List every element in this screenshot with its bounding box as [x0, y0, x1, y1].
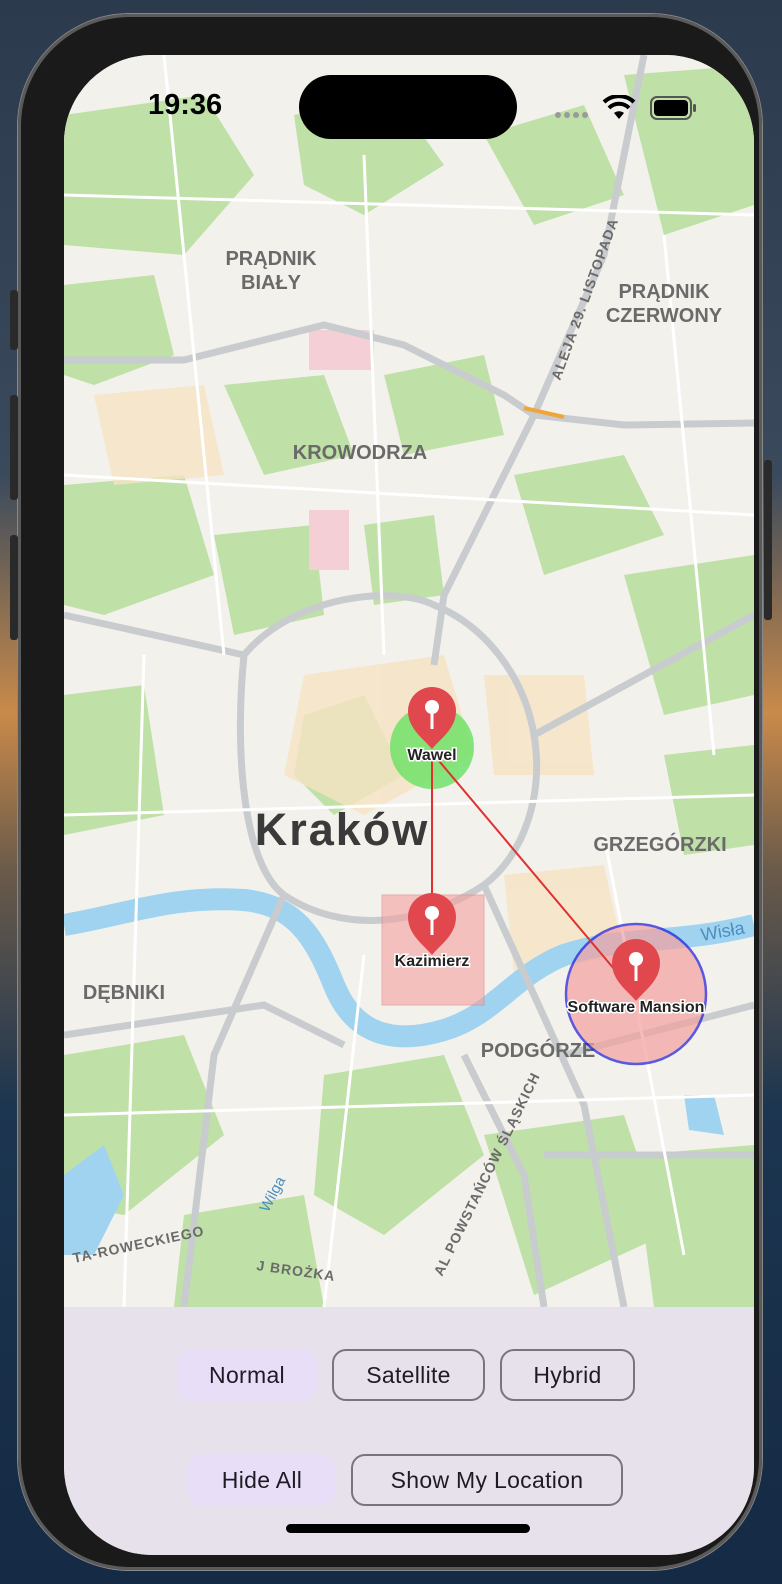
marker-label-software-mansion: Software Mansion	[568, 999, 705, 1016]
phone-frame: PRĄDNIK BIAŁY PRĄDNIK CZERWONY KROWODRZA…	[18, 14, 762, 1570]
map-type-hybrid-button[interactable]: Hybrid	[500, 1349, 635, 1401]
map-type-satellite-button[interactable]: Satellite	[332, 1349, 485, 1401]
map-type-normal-button[interactable]: Normal	[177, 1349, 317, 1401]
district-label-pradnik-czerwony-1: PRĄDNIK	[618, 281, 710, 303]
district-label-krowodrza: KROWODRZA	[293, 442, 427, 464]
map-view[interactable]: PRĄDNIK BIAŁY PRĄDNIK CZERWONY KROWODRZA…	[64, 55, 754, 1307]
marker-label-kazimierz: Kazimierz	[395, 953, 470, 970]
district-label-debniki: DĘBNIKI	[83, 982, 165, 1004]
show-my-location-button[interactable]: Show My Location	[351, 1454, 623, 1506]
power-button	[764, 460, 772, 620]
marker-label-wawel: Wawel	[407, 747, 456, 764]
home-indicator[interactable]	[286, 1524, 530, 1533]
pink-area	[309, 510, 349, 570]
wifi-icon	[602, 95, 636, 119]
action-button	[10, 290, 18, 350]
volume-down-button	[10, 535, 18, 640]
status-bar: 19:36	[64, 55, 754, 155]
district-label-pradnik-bialy-1: PRĄDNIK	[225, 248, 317, 270]
battery-icon	[650, 96, 696, 120]
district-label-grzegorzki: GRZEGÓRZKI	[593, 832, 726, 856]
volume-up-button	[10, 395, 18, 500]
district-label-pradnik-czerwony-2: CZERWONY	[606, 305, 723, 327]
dynamic-island	[299, 75, 517, 139]
status-time: 19:36	[148, 89, 223, 121]
district-label-pradnik-bialy-2: BIAŁY	[241, 272, 302, 294]
controls-panel: Normal Satellite Hybrid Hide All Show My…	[64, 1307, 754, 1555]
cellular-signal-icon	[555, 112, 588, 118]
screen: PRĄDNIK BIAŁY PRĄDNIK CZERWONY KROWODRZA…	[64, 55, 754, 1555]
hide-all-button[interactable]: Hide All	[188, 1454, 336, 1506]
city-label: Kraków	[255, 804, 430, 855]
district-label-podgorze: PODGÓRZE	[481, 1038, 595, 1062]
